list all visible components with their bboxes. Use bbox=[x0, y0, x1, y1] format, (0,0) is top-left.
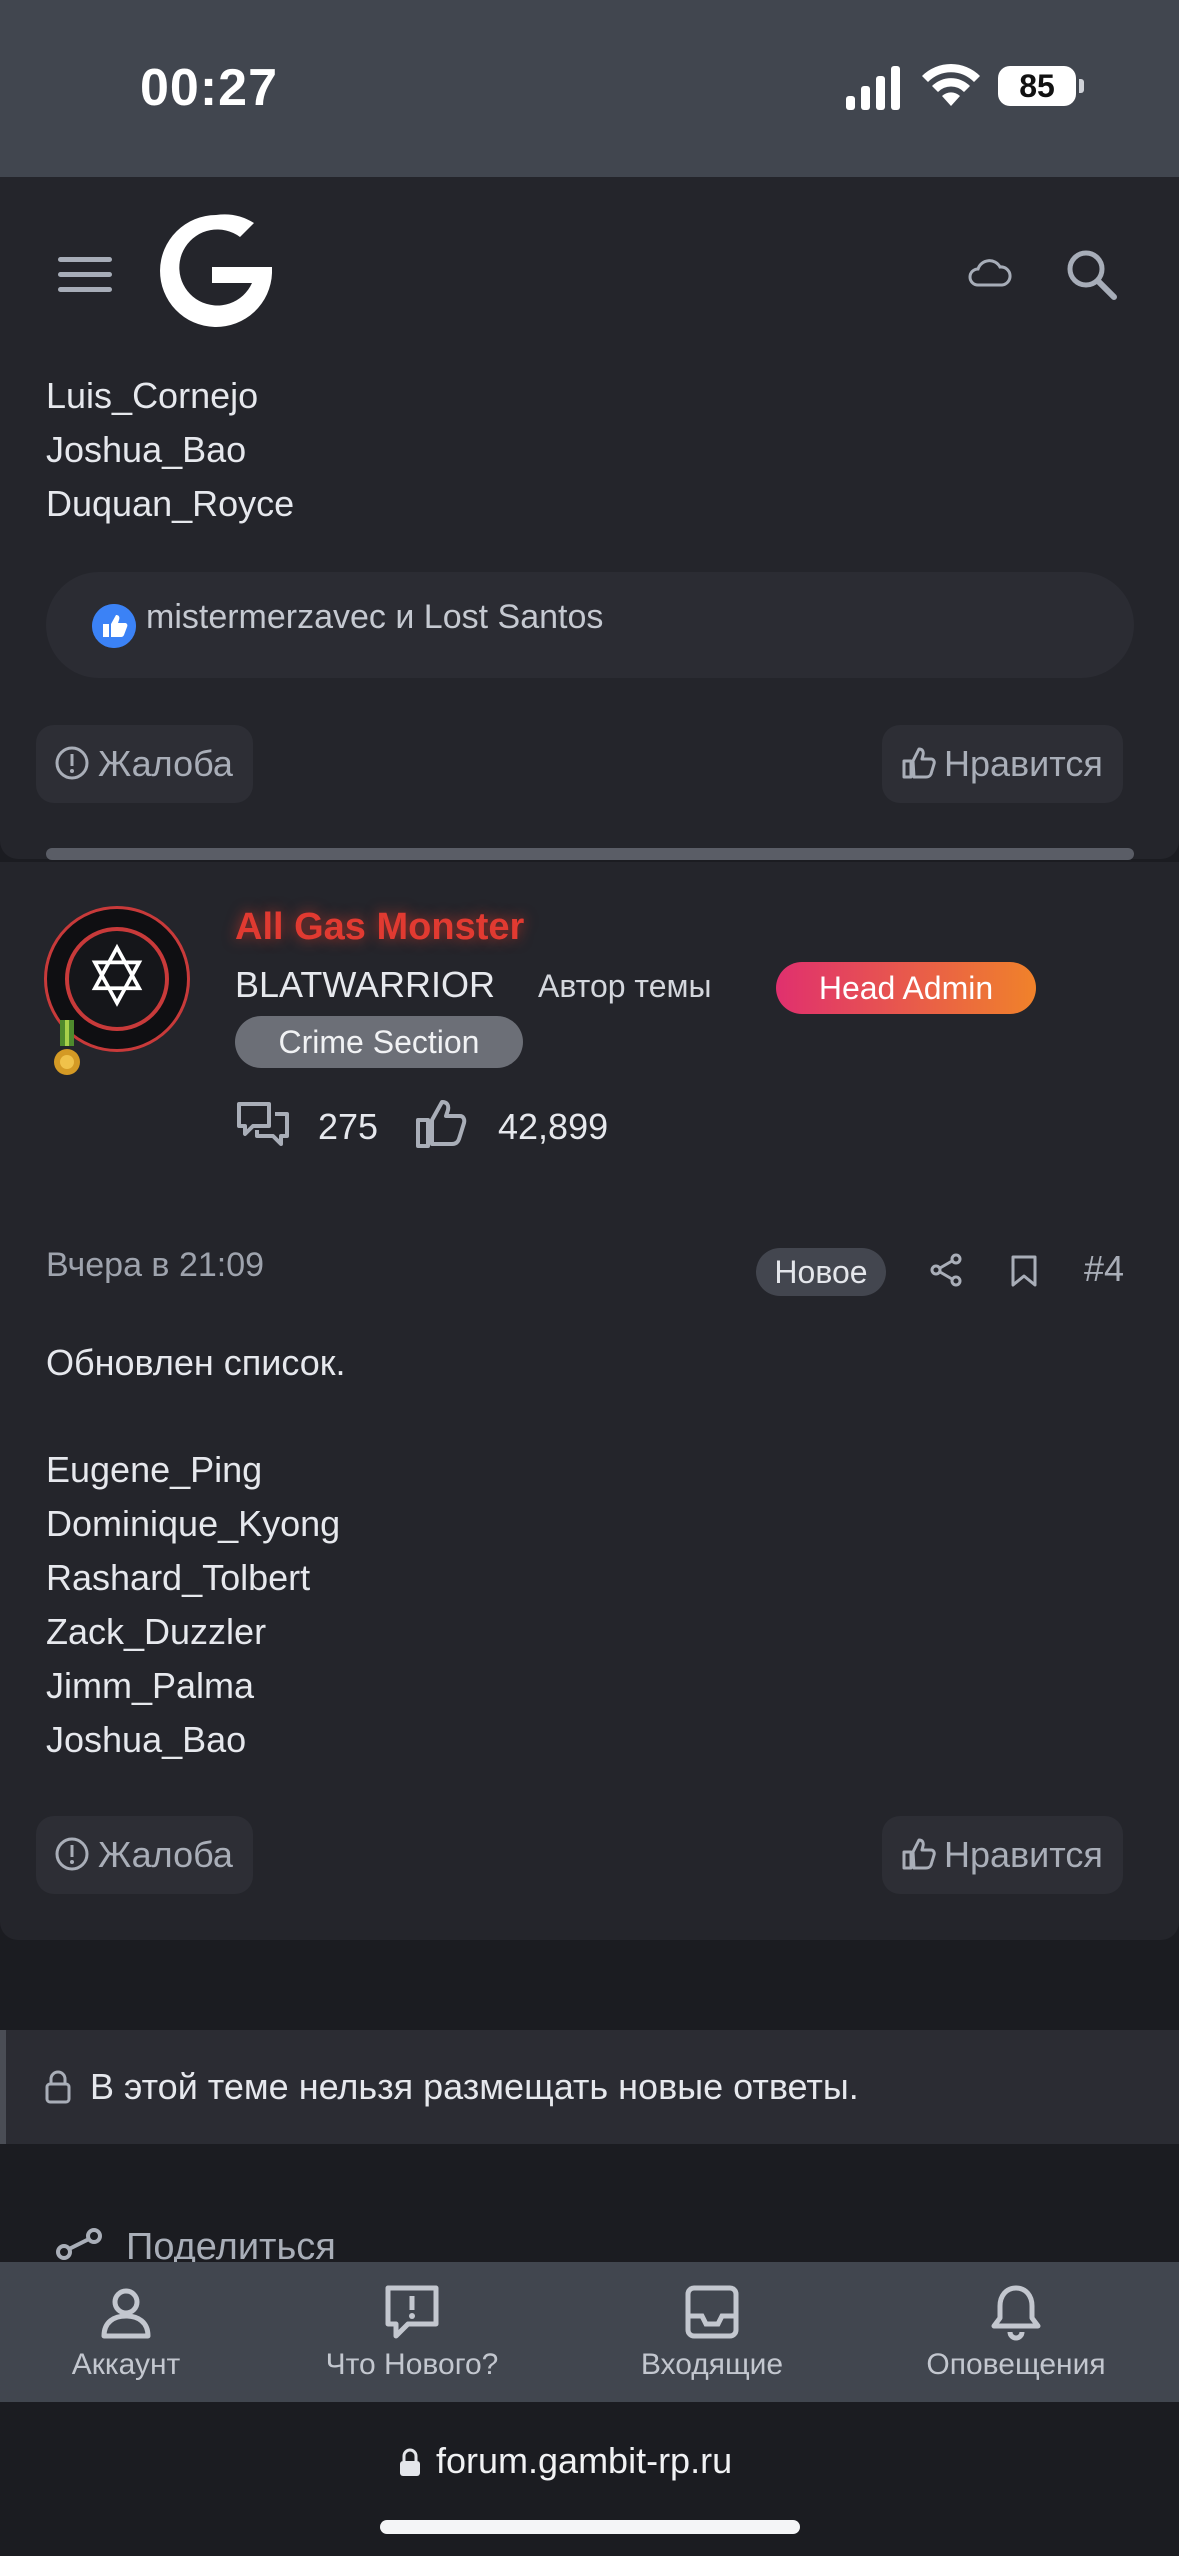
nav-label: Что Нового? bbox=[325, 2348, 499, 2381]
messages-count: 275 bbox=[318, 1106, 379, 1147]
messages-icon bbox=[237, 1102, 289, 1146]
report-button[interactable]: Жалоба bbox=[36, 1816, 253, 1894]
reactions-count: 42,899 bbox=[498, 1106, 609, 1147]
nav-label: Входящие bbox=[640, 2348, 784, 2381]
browser-url-bar[interactable]: forum.gambit-rp.ru bbox=[0, 2402, 1179, 2556]
list-item: Zack_Duzzler bbox=[46, 1611, 267, 1652]
crime-section-badge: Crime Section bbox=[235, 1016, 523, 1068]
nav-alerts[interactable]: Оповещения bbox=[896, 2262, 1136, 2402]
bookmark-icon[interactable] bbox=[1010, 1254, 1038, 1288]
wifi-icon bbox=[922, 63, 980, 106]
reactions-bar[interactable]: mistermerzavec и Lost Santos bbox=[46, 572, 1134, 678]
list-item: Duquan_Royce bbox=[46, 483, 295, 524]
list-item: Jimm_Palma bbox=[46, 1665, 255, 1706]
post-number[interactable]: #4 bbox=[1084, 1248, 1124, 1290]
inbox-icon bbox=[685, 2285, 739, 2339]
author-name[interactable]: All Gas Monster bbox=[235, 906, 524, 949]
head-admin-badge: Head Admin bbox=[776, 962, 1036, 1014]
site-logo[interactable] bbox=[156, 211, 276, 327]
divider bbox=[46, 848, 1134, 860]
star-of-david-icon bbox=[91, 943, 143, 1007]
nav-label: Аккаунт bbox=[71, 2348, 181, 2381]
lock-icon bbox=[45, 2070, 71, 2104]
reactions-text: mistermerzavec и Lost Santos bbox=[146, 598, 604, 636]
clock: 00:27 bbox=[140, 59, 278, 117]
cellular-signal-icon bbox=[846, 66, 900, 110]
account-icon bbox=[101, 2288, 151, 2339]
alert-circle-icon bbox=[55, 746, 89, 780]
cloud-icon[interactable] bbox=[968, 255, 1012, 289]
alert-circle-icon bbox=[55, 1837, 89, 1871]
nav-inbox[interactable]: Входящие bbox=[592, 2262, 832, 2402]
report-label: Жалоба bbox=[98, 743, 233, 784]
nav-label: Оповещения bbox=[926, 2348, 1106, 2381]
lock-icon bbox=[400, 2448, 420, 2476]
home-indicator[interactable] bbox=[380, 2520, 800, 2534]
post-body-text: Обновлен список. bbox=[46, 1342, 346, 1383]
bell-icon bbox=[991, 2285, 1041, 2341]
forum-header bbox=[0, 177, 1179, 371]
nav-whats-new[interactable]: Что Нового? bbox=[292, 2262, 532, 2402]
report-label: Жалоба bbox=[98, 1834, 233, 1875]
new-badge: Новое bbox=[756, 1248, 886, 1296]
previous-post: Luis_Cornejo Joshua_Bao Duquan_Royce mis… bbox=[0, 371, 1179, 860]
like-button[interactable]: Нравится bbox=[882, 1816, 1123, 1894]
list-item: Luis_Cornejo bbox=[46, 375, 259, 416]
nav-account[interactable]: Аккаунт bbox=[6, 2262, 246, 2402]
like-label: Нравится bbox=[944, 743, 1103, 784]
hamburger-icon[interactable] bbox=[58, 257, 112, 293]
like-button[interactable]: Нравится bbox=[882, 725, 1123, 803]
url-text[interactable]: forum.gambit-rp.ru bbox=[436, 2440, 732, 2482]
medal-icon bbox=[54, 1020, 80, 1075]
report-button[interactable]: Жалоба bbox=[36, 725, 253, 803]
share-icon[interactable] bbox=[928, 1252, 964, 1288]
post-card bbox=[0, 862, 1179, 1940]
list-item: Eugene_Ping bbox=[46, 1449, 263, 1490]
post-date[interactable]: Вчера в 21:09 bbox=[46, 1246, 264, 1285]
status-bar: 00:27 85 bbox=[0, 0, 1179, 177]
author-title: BLATWARRIOR bbox=[235, 964, 496, 1005]
thumbs-up-icon bbox=[902, 1838, 936, 1870]
list-item: Rashard_Tolbert bbox=[46, 1557, 311, 1598]
list-item: Joshua_Bao bbox=[46, 429, 247, 470]
thread-locked-notice: В этой теме нельзя размещать новые ответ… bbox=[0, 2030, 1179, 2144]
list-item: Joshua_Bao bbox=[46, 1719, 247, 1760]
search-icon[interactable] bbox=[1064, 247, 1118, 301]
locked-notice-text: В этой теме нельзя размещать новые ответ… bbox=[90, 2066, 859, 2107]
thread-starter-label: Автор темы bbox=[538, 968, 712, 1004]
whats-new-icon bbox=[385, 2285, 439, 2339]
reactions-icon bbox=[416, 1100, 467, 1148]
battery-indicator: 85 bbox=[998, 66, 1084, 106]
like-label: Нравится bbox=[944, 1834, 1103, 1875]
like-reaction-icon bbox=[92, 604, 136, 648]
bottom-navigation: Аккаунт Что Нового? Входящие Оповещения bbox=[0, 2262, 1179, 2402]
list-item: Dominique_Kyong bbox=[46, 1503, 341, 1544]
thumbs-up-icon bbox=[902, 747, 936, 779]
